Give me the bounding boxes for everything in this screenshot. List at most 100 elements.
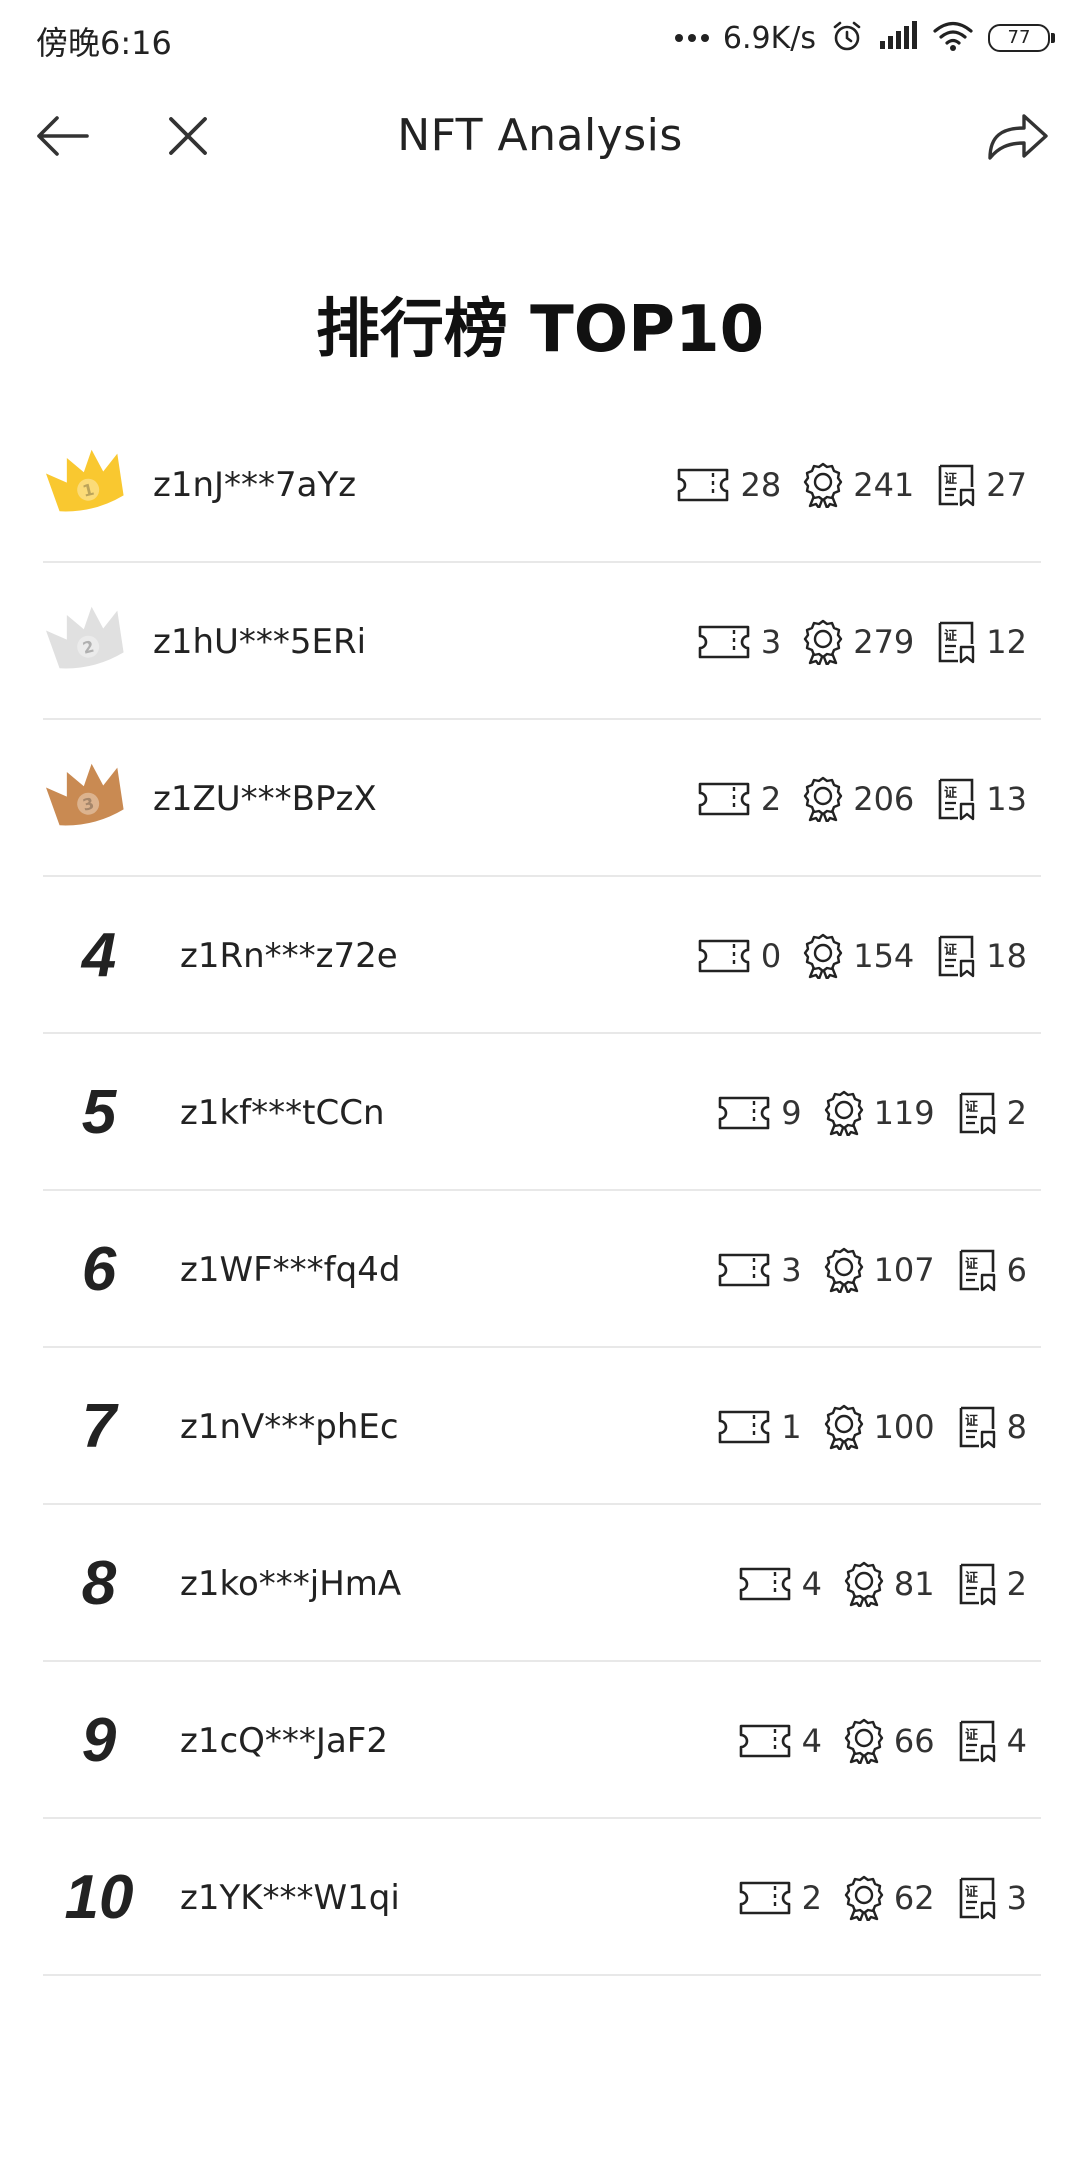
user-stats: 4 66 证 4 (738, 1662, 1027, 1819)
user-stats: 28 241 证 27 (676, 406, 1027, 563)
crown-gold-icon: 1 (43, 438, 129, 524)
medal-icon (803, 776, 843, 822)
user-stats: 9 119 证 2 (717, 1034, 1027, 1191)
medal-icon (844, 1875, 884, 1921)
user-name: z1kf***tCCn (180, 1092, 385, 1133)
leaderboard-row[interactable]: 8 z1ko***jHmA 4 81 证 2 (43, 1505, 1041, 1662)
leaderboard-row[interactable]: 5 z1kf***tCCn 9 119 证 2 (43, 1034, 1041, 1191)
user-name: z1ko***jHmA (180, 1563, 402, 1604)
battery-icon: 77 (988, 24, 1055, 52)
status-indicators: 6.9K/s 77 (674, 16, 1055, 60)
user-stats: 2 206 证 13 (697, 720, 1027, 877)
rank-number: 7 (81, 1392, 117, 1461)
leaderboard-row[interactable]: 6 z1WF***fq4d 3 107 证 6 (43, 1191, 1041, 1348)
ticket-count: 2 (760, 779, 782, 818)
ticket-icon (738, 1566, 792, 1602)
rank-number: 10 (64, 1863, 134, 1932)
svg-text:证: 证 (965, 1100, 978, 1115)
leaderboard-heading: 排行榜 TOP10 (315, 293, 765, 367)
certificate-count: 2 (1006, 1564, 1027, 1603)
user-name: z1nJ***7aYz (153, 464, 357, 505)
svg-text:证: 证 (965, 1571, 978, 1586)
svg-text:证: 证 (965, 1257, 978, 1272)
ticket-count: 28 (740, 465, 782, 504)
leaderboard-list: 1 z1nJ***7aYz 28 241 证 27 2 z1hU***5ERi … (43, 406, 1041, 1976)
leaderboard-row[interactable]: 4 z1Rn***z72e 0 154 证 18 (43, 877, 1041, 1034)
leaderboard-row[interactable]: 3 z1ZU***BPzX 2 206 证 13 (43, 720, 1041, 877)
medal-count: 81 (893, 1564, 935, 1603)
leaderboard-row[interactable]: 10 z1YK***W1qi 2 62 证 3 (43, 1819, 1041, 1976)
medal-count: 206 (853, 779, 915, 818)
user-stats: 2 62 证 3 (738, 1819, 1027, 1976)
wifi-icon (932, 20, 974, 56)
certificate-count: 13 (986, 779, 1027, 818)
medal-count: 100 (873, 1407, 935, 1446)
ticket-icon (717, 1095, 771, 1131)
certificate-count: 8 (1006, 1407, 1027, 1446)
certificate-icon: 证 (957, 1091, 997, 1135)
rank-number: 5 (81, 1078, 117, 1147)
medal-icon (844, 1718, 884, 1764)
ticket-icon (738, 1880, 792, 1916)
leaderboard-row[interactable]: 9 z1cQ***JaF2 4 66 证 4 (43, 1662, 1041, 1819)
user-stats: 3 107 证 6 (717, 1191, 1027, 1348)
certificate-icon: 证 (936, 934, 976, 978)
share-button[interactable] (978, 96, 1058, 176)
ticket-icon (717, 1409, 771, 1445)
certificate-icon: 证 (936, 777, 976, 821)
certificate-icon: 证 (957, 1248, 997, 1292)
svg-text:证: 证 (965, 1728, 978, 1743)
svg-text:证: 证 (944, 629, 957, 644)
user-stats: 1 100 证 8 (717, 1348, 1027, 1505)
ticket-icon (697, 781, 751, 817)
rank-number: 6 (81, 1235, 117, 1304)
leaderboard-row[interactable]: 7 z1nV***phEc 1 100 证 8 (43, 1348, 1041, 1505)
user-stats: 4 81 证 2 (738, 1505, 1027, 1662)
medal-count: 154 (853, 936, 915, 975)
medal-count: 279 (853, 622, 915, 661)
leaderboard-row[interactable]: 1 z1nJ***7aYz 28 241 证 27 (43, 406, 1041, 563)
battery-level: 77 (1007, 27, 1031, 48)
status-time: 傍晚6:16 (36, 24, 172, 62)
certificate-count: 3 (1006, 1878, 1027, 1917)
page-title: NFT Analysis (397, 110, 683, 161)
certificate-count: 2 (1006, 1093, 1027, 1132)
certificate-icon: 证 (936, 620, 976, 664)
medal-count: 66 (893, 1721, 935, 1760)
certificate-icon: 证 (957, 1876, 997, 1920)
svg-text:证: 证 (944, 943, 957, 958)
signal-icon (878, 21, 918, 55)
medal-count: 119 (873, 1093, 935, 1132)
user-name: z1cQ***JaF2 (180, 1720, 388, 1761)
user-name: z1YK***W1qi (180, 1877, 400, 1918)
ticket-count: 3 (781, 1250, 802, 1289)
svg-text:证: 证 (944, 472, 957, 487)
user-name: z1nV***phEc (180, 1406, 399, 1447)
certificate-icon: 证 (936, 463, 976, 507)
ticket-count: 0 (760, 936, 782, 975)
rank-number: 4 (81, 921, 117, 990)
ticket-icon (697, 938, 751, 974)
more-dots-icon (674, 34, 709, 42)
svg-text:证: 证 (965, 1414, 978, 1429)
medal-count: 241 (853, 465, 915, 504)
medal-icon (824, 1090, 864, 1136)
ticket-count: 2 (801, 1878, 822, 1917)
ticket-icon (697, 624, 751, 660)
leaderboard-row[interactable]: 2 z1hU***5ERi 3 279 证 12 (43, 563, 1041, 720)
ticket-count: 4 (801, 1564, 822, 1603)
alarm-icon (830, 19, 864, 57)
user-name: z1ZU***BPzX (153, 778, 377, 819)
certificate-count: 6 (1006, 1250, 1027, 1289)
user-stats: 3 279 证 12 (697, 563, 1027, 720)
medal-icon (824, 1247, 864, 1293)
medal-count: 62 (893, 1878, 935, 1917)
ticket-count: 4 (801, 1721, 822, 1760)
certificate-count: 12 (986, 622, 1027, 661)
ticket-icon (676, 467, 730, 503)
svg-text:证: 证 (965, 1885, 978, 1900)
medal-icon (803, 462, 843, 508)
rank-number: 9 (81, 1706, 117, 1775)
nav-bar: NFT Analysis (0, 76, 1080, 200)
rank-number: 8 (81, 1549, 117, 1618)
